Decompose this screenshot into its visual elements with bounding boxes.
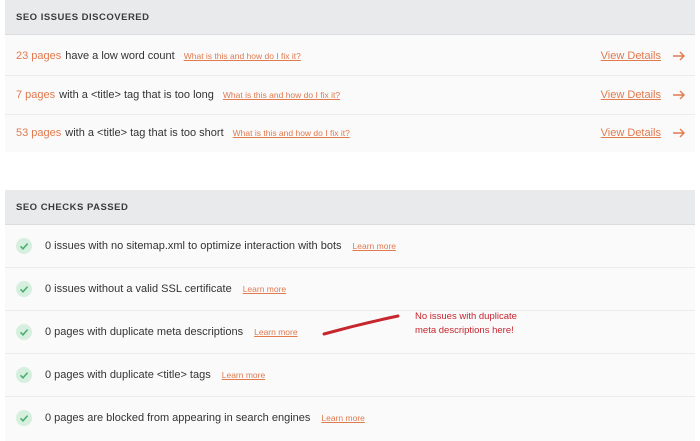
seo-issues-panel: SEO ISSUES DISCOVERED 23 pages have a lo… [5,0,695,152]
check-circle-icon [16,281,32,297]
view-details-link[interactable]: View Details [601,50,661,62]
check-row-sitemap: 0 issues with no sitemap.xml to optimize… [5,225,695,268]
arrow-right-icon[interactable] [672,51,686,61]
learn-more-link[interactable]: Learn more [243,284,286,294]
check-circle-icon [16,324,32,340]
issue-help-link[interactable]: What is this and how do I fix it? [184,51,301,61]
issue-row-title-too-long: 7 pages with a <title> tag that is too l… [5,76,695,115]
issue-count: 7 pages [16,89,56,101]
check-row-ssl: 0 issues without a valid SSL certificate… [5,268,695,311]
seo-checks-passed-panel: SEO CHECKS PASSED 0 issues with no sitem… [5,190,695,441]
check-row-duplicate-title: 0 pages with duplicate <title> tags Lear… [5,354,695,397]
check-row-duplicate-meta: 0 pages with duplicate meta descriptions… [5,311,695,354]
learn-more-link[interactable]: Learn more [254,327,297,337]
learn-more-link[interactable]: Learn more [353,241,396,251]
issue-row-low-word-count: 23 pages have a low word count What is t… [5,37,695,76]
check-circle-icon [16,238,32,254]
check-text: 0 pages are blocked from appearing in se… [45,412,311,424]
check-text: 0 pages with duplicate meta descriptions [45,326,244,338]
arrow-right-icon[interactable] [672,90,686,100]
arrow-right-icon[interactable] [672,128,686,138]
issue-description: have a low word count [65,50,175,62]
check-text: 0 issues with no sitemap.xml to optimize… [45,240,342,252]
seo-issues-header: SEO ISSUES DISCOVERED [5,0,695,35]
annotation-note: No issues with duplicate meta descriptio… [415,310,575,338]
check-circle-icon [16,367,32,383]
annotation-line-2: meta descriptions here! [415,325,514,336]
check-text: 0 pages with duplicate <title> tags [45,369,211,381]
issue-help-link[interactable]: What is this and how do I fix it? [223,90,340,100]
check-text: 0 issues without a valid SSL certificate [45,283,232,295]
issue-description: with a <title> tag that is too long [59,89,214,101]
issue-count: 23 pages [16,50,62,62]
annotation-line-1: No issues with duplicate [415,311,517,322]
view-details-link[interactable]: View Details [601,89,661,101]
check-circle-icon [16,410,32,426]
issue-help-link[interactable]: What is this and how do I fix it? [233,128,350,138]
seo-checks-passed-header: SEO CHECKS PASSED [5,190,695,225]
learn-more-link[interactable]: Learn more [321,413,364,423]
view-details-link[interactable]: View Details [601,127,661,139]
issue-description: with a <title> tag that is too short [65,127,224,139]
learn-more-link[interactable]: Learn more [222,370,265,380]
issue-row-title-too-short: 53 pages with a <title> tag that is too … [5,114,695,152]
check-row-blocked-pages: 0 pages are blocked from appearing in se… [5,397,695,439]
issue-count: 53 pages [16,127,62,139]
